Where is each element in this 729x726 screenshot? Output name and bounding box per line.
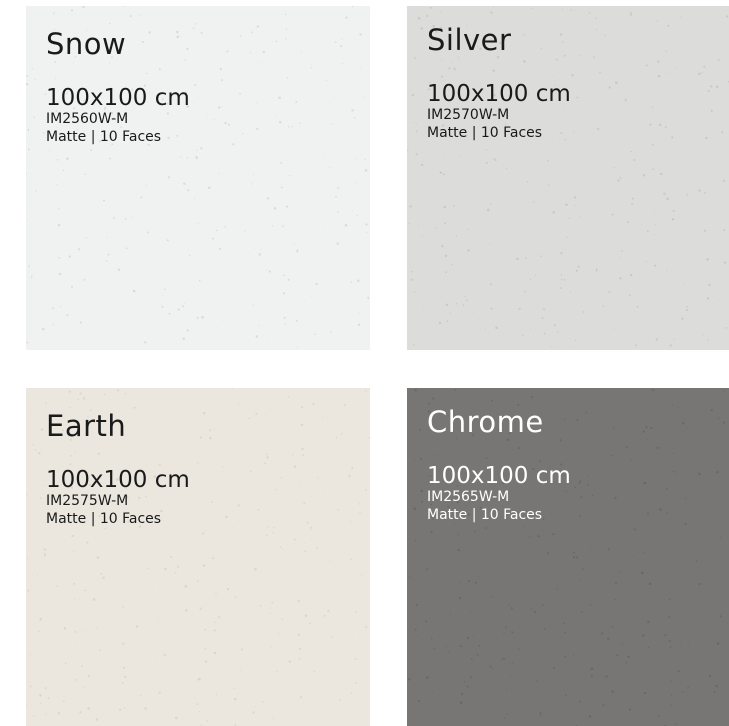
tile-name: Earth: [46, 409, 127, 443]
tile-code: IM2570W-M: [427, 107, 510, 123]
tile-silver: Silver 100x100 cm IM2570W-M Matte | 10 F…: [407, 6, 729, 350]
tile-code: IM2560W-M: [46, 111, 129, 127]
tile-size: 100x100 cm: [46, 467, 190, 493]
tile-name: Silver: [427, 23, 512, 57]
tile-size: 100x100 cm: [427, 81, 571, 107]
tile-name: Chrome: [427, 405, 544, 439]
tile-finish: Matte | 10 Faces: [427, 506, 543, 523]
tile-code: IM2565W-M: [427, 489, 510, 505]
tile-size: 100x100 cm: [46, 85, 190, 111]
tile-name: Snow: [46, 27, 127, 61]
tile-chrome: Chrome 100x100 cm IM2565W-M Matte | 10 F…: [407, 388, 729, 726]
tile-snow: Snow 100x100 cm IM2560W-M Matte | 10 Fac…: [26, 6, 370, 350]
tile-code: IM2575W-M: [46, 493, 129, 509]
tile-info: Earth 100x100 cm IM2575W-M Matte | 10 Fa…: [46, 412, 190, 528]
tile-earth: Earth 100x100 cm IM2575W-M Matte | 10 Fa…: [26, 388, 370, 726]
tile-size: 100x100 cm: [427, 463, 571, 489]
tile-finish: Matte | 10 Faces: [427, 124, 543, 141]
tile-info: Snow 100x100 cm IM2560W-M Matte | 10 Fac…: [46, 30, 190, 146]
tile-finish: Matte | 10 Faces: [46, 128, 162, 145]
tile-finish: Matte | 10 Faces: [46, 510, 162, 527]
tile-info: Silver 100x100 cm IM2570W-M Matte | 10 F…: [427, 26, 571, 142]
tile-info: Chrome 100x100 cm IM2565W-M Matte | 10 F…: [427, 408, 571, 524]
